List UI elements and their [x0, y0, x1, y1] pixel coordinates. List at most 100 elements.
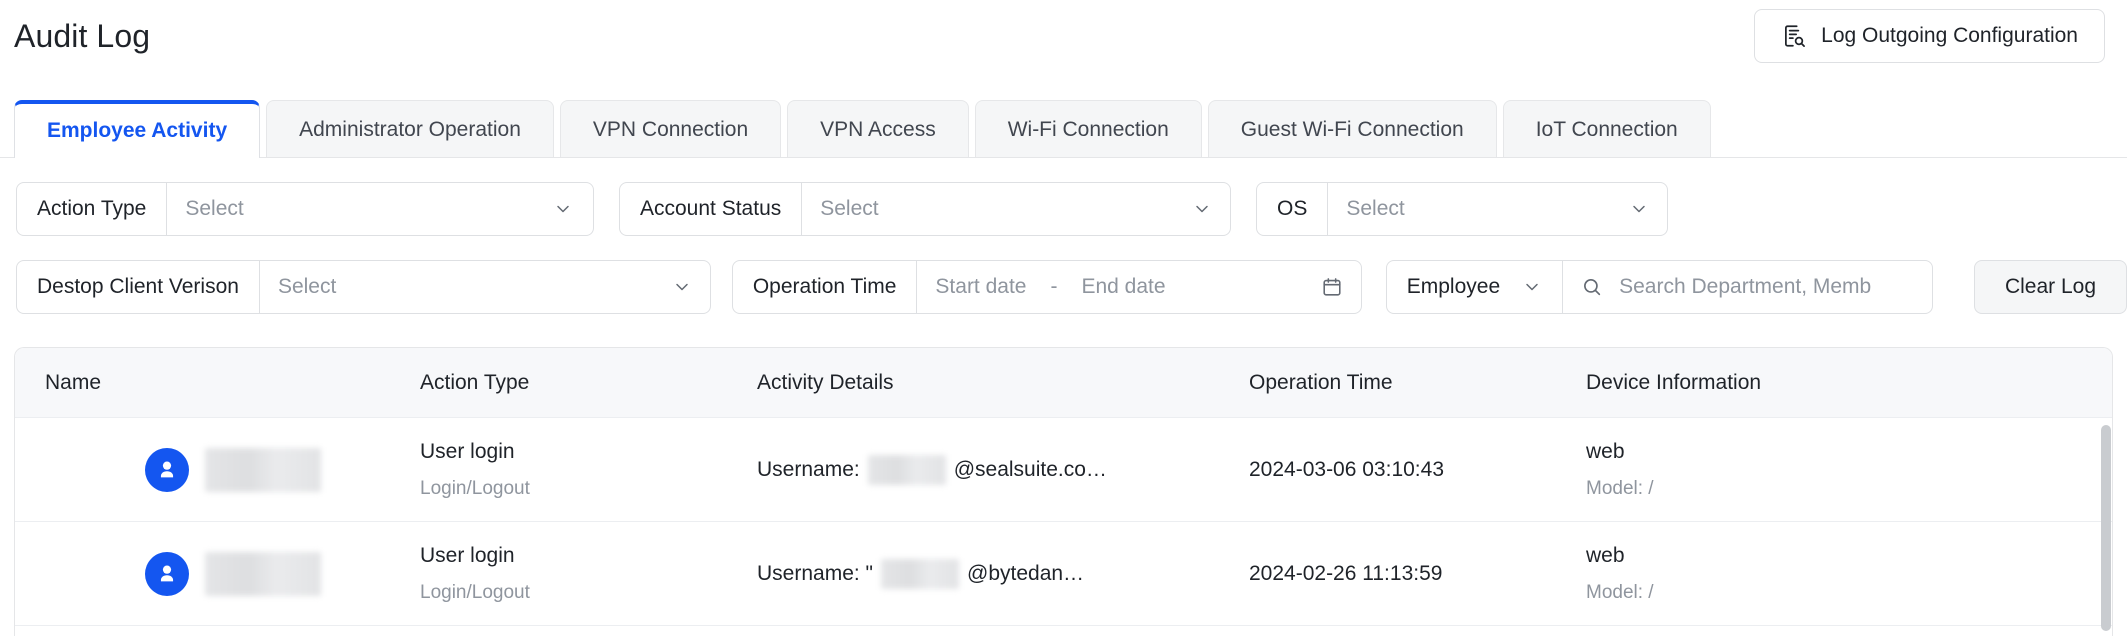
employee-scope-dropdown[interactable]: Employee	[1387, 261, 1564, 313]
tab-bar: Employee Activity Administrator Operatio…	[0, 96, 2127, 158]
tab-label: Employee Activity	[47, 119, 228, 142]
filter-operation-time-range[interactable]: Start date - End date	[917, 261, 1360, 313]
tab-bar-divider	[0, 157, 2127, 158]
end-date-input[interactable]: End date	[1081, 275, 1165, 299]
table-header-row: Name Action Type Activity Details Operat…	[15, 348, 2112, 418]
filter-os[interactable]: OS Select	[1256, 182, 1668, 236]
filter-employee-search[interactable]: Employee Search Department, Memb	[1385, 260, 1933, 314]
tab-iot-connection[interactable]: IoT Connection	[1502, 100, 1711, 158]
activity-details-prefix: Username: "	[757, 561, 873, 585]
filter-operation-time-label: Operation Time	[733, 261, 918, 313]
filter-desktop-client-version-placeholder: Select	[277, 275, 337, 298]
redacted-username	[867, 454, 946, 485]
clear-log-label: Clear Log	[2004, 275, 2097, 298]
search-input-placeholder: Search Department, Memb	[1619, 275, 1872, 298]
tab-vpn-connection[interactable]: VPN Connection	[559, 100, 782, 158]
audit-log-page: Audit Log Log Outgoing Configuration Emp…	[0, 0, 2127, 636]
filter-action-type[interactable]: Action Type Select	[16, 182, 594, 236]
filter-os-select[interactable]: Select	[1328, 183, 1667, 235]
filter-desktop-client-version-label: Destop Client Verison	[17, 261, 260, 313]
tab-label: Administrator Operation	[299, 117, 521, 141]
user-avatar-icon	[144, 551, 189, 596]
table-row[interactable]: User login Login/Logout Username: @seals…	[15, 418, 2112, 522]
tab-label: Wi-Fi Connection	[1007, 117, 1169, 141]
redacted-user-name	[204, 551, 321, 596]
chevron-down-icon	[553, 199, 573, 219]
table-row[interactable]: User login Login/Logout Username: " @byt…	[15, 522, 2112, 626]
filter-area: Action Type Select Account Status Select	[0, 170, 2127, 326]
filter-row-2: Destop Client Verison Select Operation T…	[0, 248, 2127, 326]
tab-administrator-operation[interactable]: Administrator Operation	[266, 100, 554, 158]
cell-device-information: web Model: /	[1586, 437, 2006, 503]
filter-desktop-client-version-select[interactable]: Select	[260, 261, 710, 313]
filter-os-label: OS	[1257, 183, 1329, 235]
column-header-device-information: Device Information	[1586, 370, 1762, 394]
cell-action-type: User login Login/Logout	[420, 437, 757, 503]
start-date-input[interactable]: Start date	[935, 275, 1026, 299]
filter-operation-time[interactable]: Operation Time Start date - End date	[731, 260, 1362, 314]
log-outgoing-configuration-button[interactable]: Log Outgoing Configuration	[1754, 9, 2105, 63]
operation-time-value: 2024-02-26 11:13:59	[1249, 561, 1443, 585]
tab-wifi-connection[interactable]: Wi-Fi Connection	[974, 100, 1202, 158]
calendar-icon	[1321, 276, 1343, 298]
chevron-down-icon	[672, 277, 692, 297]
cell-activity-details: Username: " @bytedan…	[757, 558, 1249, 589]
cell-name	[15, 447, 420, 492]
operation-time-value: 2024-03-06 03:10:43	[1249, 457, 1444, 481]
chevron-down-icon	[1192, 199, 1212, 219]
activity-details-value: Username: @sealsuite.co…	[757, 454, 1249, 485]
log-search-icon	[1781, 23, 1807, 49]
clear-log-button[interactable]: Clear Log	[1973, 260, 2127, 314]
column-header-name: Name	[45, 370, 102, 394]
filter-account-status-select[interactable]: Select	[802, 183, 1230, 235]
device-model-value: Model: /	[1586, 477, 1654, 499]
filter-action-type-label: Action Type	[17, 183, 168, 235]
filter-action-type-placeholder: Select	[185, 197, 244, 220]
filter-action-type-select[interactable]: Select	[167, 183, 593, 235]
action-type-value: User login	[420, 439, 515, 463]
activity-details-prefix: Username:	[757, 457, 860, 481]
cell-operation-time: 2024-03-06 03:10:43	[1249, 458, 1586, 482]
activity-details-suffix: @sealsuite.co…	[953, 457, 1107, 481]
tab-guest-wifi-connection[interactable]: Guest Wi-Fi Connection	[1207, 100, 1497, 158]
cell-activity-details: Username: @sealsuite.co…	[757, 454, 1249, 485]
filter-row-1: Action Type Select Account Status Select	[0, 170, 2127, 248]
chevron-down-icon	[1522, 277, 1542, 297]
activity-details-suffix: @bytedan…	[967, 561, 1085, 585]
action-type-category: Login/Logout	[420, 581, 530, 603]
column-header-activity-details: Activity Details	[757, 370, 894, 394]
page-header: Audit Log Log Outgoing Configuration	[0, 0, 2127, 72]
date-range-separator: -	[1050, 275, 1058, 298]
cell-device-information: web Model: /	[1586, 541, 2006, 607]
cell-action-type: User login Login/Logout	[420, 541, 757, 607]
table-scrollbar[interactable]	[2101, 425, 2111, 631]
redacted-user-name	[204, 447, 321, 492]
tab-label: VPN Connection	[592, 117, 749, 141]
action-type-category: Login/Logout	[420, 477, 530, 499]
chevron-down-icon	[1629, 199, 1649, 219]
filter-account-status-placeholder: Select	[820, 197, 879, 220]
search-icon	[1581, 276, 1603, 298]
filter-os-placeholder: Select	[1346, 197, 1405, 220]
tab-employee-activity[interactable]: Employee Activity	[14, 100, 261, 158]
column-header-operation-time: Operation Time	[1249, 370, 1393, 394]
user-avatar-icon	[144, 447, 189, 492]
activity-details-value: Username: " @bytedan…	[757, 558, 1249, 589]
filter-account-status-label: Account Status	[620, 183, 803, 235]
cell-operation-time: 2024-02-26 11:13:59	[1249, 562, 1586, 586]
tab-label: IoT Connection	[1535, 117, 1678, 141]
action-type-value: User login	[420, 543, 515, 567]
table-scrollbar-thumb[interactable]	[2101, 425, 2111, 631]
filter-desktop-client-version[interactable]: Destop Client Verison Select	[16, 260, 711, 314]
tab-vpn-access[interactable]: VPN Access	[787, 100, 969, 158]
redacted-username	[881, 558, 959, 589]
device-model-value: Model: /	[1586, 581, 1654, 603]
employee-scope-value: Employee	[1406, 275, 1501, 298]
column-header-action-type: Action Type	[420, 370, 530, 394]
log-outgoing-configuration-label: Log Outgoing Configuration	[1821, 24, 2078, 47]
tab-label: VPN Access	[820, 117, 936, 141]
device-value: web	[1586, 543, 1625, 567]
filter-account-status[interactable]: Account Status Select	[619, 182, 1231, 236]
search-input-wrapper[interactable]: Search Department, Memb	[1563, 261, 1932, 313]
device-value: web	[1586, 439, 1625, 463]
